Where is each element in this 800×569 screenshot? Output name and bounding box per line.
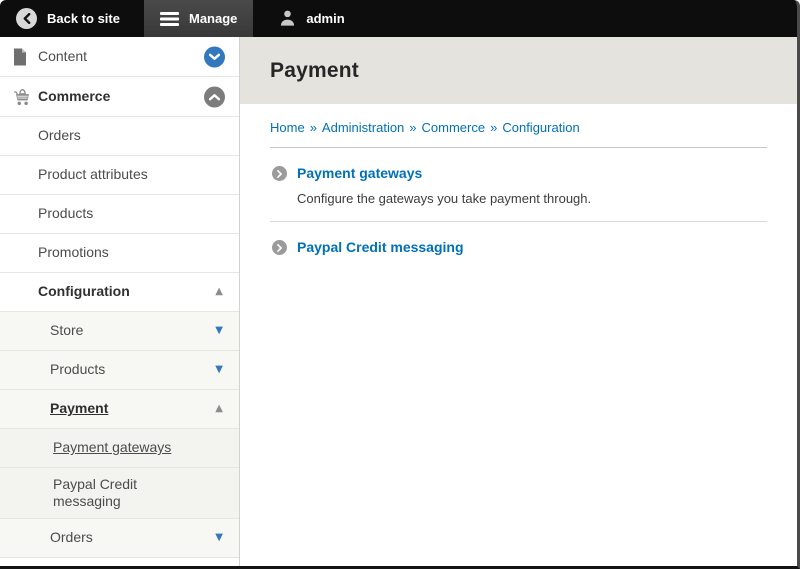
sidebar-item-config-products[interactable]: Products ▼ bbox=[0, 351, 239, 390]
sidebar-item-label: Products bbox=[50, 361, 105, 379]
payment-gateways-description: Configure the gateways you take payment … bbox=[297, 191, 591, 206]
sidebar-item-label: Orders bbox=[38, 127, 81, 145]
sidebar-item-label: Product attributes bbox=[38, 166, 148, 184]
sidebar-item-payment[interactable]: Payment ▲ bbox=[0, 390, 239, 429]
list-item-text: Payment gateways Configure the gateways … bbox=[297, 165, 591, 206]
triangle-down-icon[interactable]: ▼ bbox=[215, 365, 223, 375]
sidebar-item-store[interactable]: Store ▼ bbox=[0, 312, 239, 351]
back-to-site-label: Back to site bbox=[47, 11, 120, 26]
chevron-right-circle-icon bbox=[272, 240, 287, 255]
admin-user-label: admin bbox=[306, 11, 344, 26]
sidebar-item-config-orders[interactable]: Orders ▼ bbox=[0, 519, 239, 558]
person-icon bbox=[279, 9, 296, 29]
chevron-left-circle-icon bbox=[16, 8, 37, 29]
triangle-up-icon[interactable]: ▲ bbox=[215, 287, 223, 297]
hamburger-icon bbox=[160, 12, 179, 26]
sidebar-item-product-attributes[interactable]: Product attributes bbox=[0, 156, 239, 195]
sidebar-item-content[interactable]: Content bbox=[0, 37, 239, 77]
admin-toolbar: Back to site Manage admin bbox=[0, 0, 797, 37]
sidebar-item-label: Store bbox=[50, 322, 83, 340]
manage-tab-label: Manage bbox=[189, 11, 237, 26]
sidebar-item-promotions[interactable]: Promotions bbox=[0, 234, 239, 273]
list-item-paypal-credit-messaging: Paypal Credit messaging bbox=[270, 222, 767, 272]
chevron-right-circle-icon bbox=[272, 166, 287, 181]
sidebar-item-commerce[interactable]: Commerce bbox=[0, 77, 239, 117]
sidebar-item-label: Content bbox=[38, 48, 87, 66]
manage-tab[interactable]: Manage bbox=[144, 0, 253, 37]
sidebar-item-label: Paypal Credit messaging bbox=[53, 476, 171, 511]
sidebar-item-label: Products bbox=[38, 205, 93, 223]
sidebar-item-orders[interactable]: Orders bbox=[0, 117, 239, 156]
sidebar-item-label: Commerce bbox=[38, 88, 110, 106]
sidebar-item-label: Promotions bbox=[38, 244, 109, 262]
triangle-down-icon[interactable]: ▼ bbox=[215, 326, 223, 336]
chevron-down-icon[interactable] bbox=[204, 46, 225, 67]
breadcrumb-separator: » bbox=[409, 120, 416, 135]
breadcrumb-link-administration[interactable]: Administration bbox=[322, 120, 404, 135]
breadcrumb-separator: » bbox=[310, 120, 317, 135]
page-header-band: Payment bbox=[240, 37, 797, 104]
document-icon bbox=[13, 48, 27, 65]
breadcrumb-link-commerce[interactable]: Commerce bbox=[422, 120, 486, 135]
app-window: Back to site Manage admin Content bbox=[0, 0, 800, 569]
shopping-cart-icon bbox=[13, 88, 32, 106]
breadcrumb-link-configuration[interactable]: Configuration bbox=[502, 120, 579, 135]
breadcrumb-separator: » bbox=[490, 120, 497, 135]
breadcrumb-link-home[interactable]: Home bbox=[270, 120, 305, 135]
main-layout: Content Commerce bbox=[0, 37, 797, 566]
triangle-down-icon[interactable]: ▼ bbox=[215, 533, 223, 543]
paypal-credit-messaging-link[interactable]: Paypal Credit messaging bbox=[297, 239, 464, 255]
list-item-text: Paypal Credit messaging bbox=[297, 239, 464, 257]
sidebar-item-label: Payment gateways bbox=[53, 439, 171, 457]
admin-user-tab[interactable]: admin bbox=[263, 0, 360, 37]
content-pane: Payment Home » Administration » Commerce » Con… bbox=[240, 37, 797, 566]
admin-menu-sidebar: Content Commerce bbox=[0, 37, 240, 566]
chevron-up-icon[interactable] bbox=[204, 86, 225, 107]
sidebar-item-label: Configuration bbox=[38, 283, 130, 301]
sidebar-item-label: Orders bbox=[50, 529, 93, 547]
content-body: Home » Administration » Commerce » Configurati… bbox=[240, 104, 797, 272]
back-to-site-button[interactable]: Back to site bbox=[0, 0, 136, 37]
sidebar-item-products[interactable]: Products bbox=[0, 195, 239, 234]
page-title: Payment bbox=[270, 59, 359, 83]
sidebar-item-payment-gateways[interactable]: Payment gateways bbox=[0, 429, 239, 468]
sidebar-item-paypal-credit-messaging[interactable]: Paypal Credit messaging bbox=[0, 468, 239, 519]
breadcrumb: Home » Administration » Commerce » Configurati… bbox=[270, 120, 767, 135]
payment-gateways-link[interactable]: Payment gateways bbox=[297, 165, 422, 181]
sidebar-item-configuration[interactable]: Configuration ▲ bbox=[0, 273, 239, 312]
list-item-payment-gateways: Payment gateways Configure the gateways … bbox=[270, 148, 767, 221]
sidebar-item-label: Payment bbox=[50, 400, 108, 418]
triangle-up-icon[interactable]: ▲ bbox=[215, 404, 223, 414]
